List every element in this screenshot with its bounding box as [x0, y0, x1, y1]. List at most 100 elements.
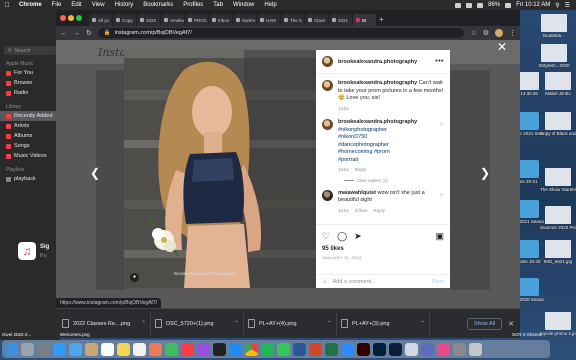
comment-username[interactable]: brookealexandra.photography	[338, 119, 417, 125]
close-shelf-icon[interactable]: ✕	[502, 320, 520, 328]
maximize-window-button[interactable]	[76, 15, 82, 21]
avatar[interactable]	[322, 189, 333, 201]
hashtag-link[interactable]: #portrait	[338, 157, 435, 165]
contacts-icon[interactable]	[85, 342, 98, 356]
safari-icon[interactable]	[53, 342, 66, 356]
reply-button[interactable]: Reply	[374, 207, 386, 215]
like-comment-icon[interactable]: ♡	[440, 122, 444, 174]
comment-time[interactable]: 124w	[338, 105, 349, 113]
more-options-icon[interactable]: •••	[435, 58, 444, 65]
music-icon[interactable]	[181, 342, 194, 356]
menu-tab[interactable]: Tab	[208, 2, 228, 8]
facetime-icon[interactable]	[165, 342, 178, 356]
post-username[interactable]: brookealexandra.photography	[338, 59, 417, 65]
menu-profiles[interactable]: Profiles	[178, 2, 208, 8]
next-post-icon[interactable]: ❯	[480, 166, 490, 180]
close-window-button[interactable]	[60, 15, 66, 21]
browser-tab[interactable]: HAM	[257, 14, 280, 26]
browser-menu-icon[interactable]: ⋮	[509, 29, 516, 37]
close-modal-icon[interactable]: ✕	[497, 40, 507, 54]
dropbox-icon[interactable]	[455, 2, 462, 8]
download-item[interactable]: DSC_5720+(1).png ⌃	[151, 312, 244, 335]
finder-icon[interactable]	[5, 342, 18, 356]
clock[interactable]: Fri 10:12 AM	[516, 2, 550, 8]
browser-tab[interactable]: 2021	[329, 14, 352, 26]
desktop-icon[interactable]: Mabel Jimbo	[540, 72, 576, 96]
hashtag-link[interactable]: #prom	[374, 149, 390, 155]
browser-tab[interactable]: All yo	[89, 14, 112, 26]
download-item[interactable]: PL+AY+(3).png ⌃	[337, 312, 430, 335]
chrome-icon[interactable]	[245, 342, 258, 356]
profile-avatar[interactable]	[495, 29, 503, 37]
music-search-field[interactable]: ⚲ Search	[4, 46, 56, 55]
user-tag-icon[interactable]: ●	[130, 273, 139, 282]
system-prefs-icon[interactable]	[37, 342, 50, 356]
avatar[interactable]	[322, 56, 333, 67]
desktop-icon[interactable]: IMG_6621.jpg	[540, 240, 576, 264]
comment-time[interactable]: 124w	[338, 166, 349, 174]
comment-username[interactable]: maiawahlquist	[338, 190, 376, 196]
apple-menu-icon[interactable]: 	[0, 2, 14, 9]
desktop-icon[interactable]: amelie promo 1.jpg	[540, 312, 576, 336]
likes-count[interactable]: 95 likes	[322, 246, 444, 252]
desktop-file-label[interactable]: SCR-3 Shared...	[512, 332, 545, 337]
sidebar-item-recently-added[interactable]: Recently Added	[0, 111, 60, 121]
excel-icon[interactable]	[325, 342, 338, 356]
notes-icon[interactable]	[117, 342, 130, 356]
desktop-file-label[interactable]: Givel 2022-2...	[2, 332, 31, 337]
search-icon[interactable]: ⚲	[555, 2, 559, 9]
previous-post-icon[interactable]: ❮	[90, 166, 100, 180]
browser-tab[interactable]: Amelia	[161, 14, 184, 26]
mail-icon[interactable]	[69, 342, 82, 356]
bluetooth-icon[interactable]	[466, 2, 473, 8]
bookmark-icon[interactable]: ▣	[435, 231, 444, 242]
comment-likes[interactable]: 3 likes	[355, 207, 368, 215]
calendar-icon[interactable]	[101, 342, 114, 356]
browser-tab[interactable]: 2022	[137, 14, 160, 26]
battery-icon[interactable]	[505, 2, 512, 8]
post-comment-button[interactable]: Post	[432, 279, 444, 285]
reload-button[interactable]: ↻	[86, 29, 92, 37]
browser-tab[interactable]: PROC	[185, 14, 208, 26]
reply-button[interactable]: Reply	[355, 166, 367, 174]
app-icon[interactable]	[421, 342, 434, 356]
powerpoint-icon[interactable]	[309, 342, 322, 356]
menu-file[interactable]: File	[47, 2, 67, 8]
podcasts-icon[interactable]	[197, 342, 210, 356]
menu-edit[interactable]: Edit	[66, 2, 86, 8]
browser-tab[interactable]: Copy	[113, 14, 136, 26]
share-icon[interactable]: ➤	[354, 231, 362, 242]
extensions-icon[interactable]: ⚙	[483, 29, 489, 37]
chevron-up-icon[interactable]: ⌃	[234, 320, 239, 327]
sidebar-item-albums[interactable]: Albums	[0, 131, 60, 141]
hashtag-link[interactable]: #nikonphotographer	[338, 127, 435, 135]
desktop-icon[interactable]: Copy of Black and White CA...g 2	[540, 112, 576, 136]
desktop-icon[interactable]: 5Stylesh...2020	[536, 44, 572, 68]
app-store-icon[interactable]	[229, 342, 242, 356]
post-photo[interactable]: Brooke Alexandra Photography ●	[124, 50, 316, 288]
hashtag-link[interactable]: #dancephotographer	[338, 142, 435, 150]
menu-view[interactable]: View	[87, 2, 110, 8]
desktop-file-label[interactable]: Welcomes.png	[60, 332, 90, 337]
view-replies-button[interactable]: View replies (1)	[344, 178, 444, 183]
chevron-up-icon[interactable]: ⌃	[327, 320, 332, 327]
menu-app-name[interactable]: Chrome	[14, 2, 47, 8]
browser-tab[interactable]: Summ	[233, 14, 256, 26]
battery-percent[interactable]: 86%	[488, 2, 500, 8]
launchpad-icon[interactable]	[21, 342, 34, 356]
download-item[interactable]: PL+AY+(4).png ⌃	[244, 312, 337, 335]
photos-icon[interactable]	[149, 342, 162, 356]
desktop-icon[interactable]: Boa50a5...	[536, 14, 572, 38]
sidebar-item-songs[interactable]: Songs	[0, 141, 60, 151]
sidebar-item-for-you[interactable]: For You	[0, 68, 60, 78]
desktop-icon[interactable]: The Show Starters!.png	[540, 168, 576, 192]
desktop-icon[interactable]: Summer 2020 Promo 1 copy.jpg	[540, 206, 576, 230]
browser-tab[interactable]: The S	[281, 14, 304, 26]
post-date[interactable]: JANUARY 11, 2019	[322, 255, 444, 260]
address-bar[interactable]: 🔒 instagram.com/p/BsjOBVegAf7/	[97, 28, 465, 38]
browser-tab-active[interactable]: Br	[353, 14, 376, 26]
chevron-up-icon[interactable]: ⌃	[141, 320, 146, 327]
illustrator-icon[interactable]	[357, 342, 370, 356]
comment-time[interactable]: 124w	[338, 207, 349, 215]
browser-tab[interactable]: Class	[305, 14, 328, 26]
